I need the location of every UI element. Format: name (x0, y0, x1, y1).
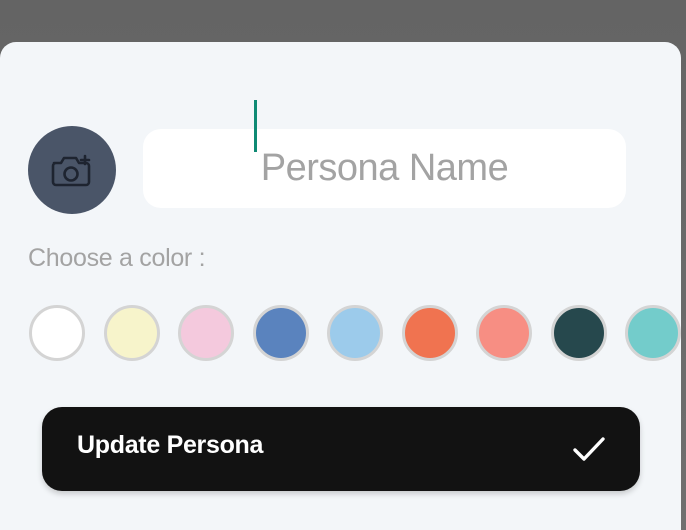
color-swatch[interactable] (252, 305, 309, 361)
avatar-upload-button[interactable] (28, 126, 116, 214)
color-swatch[interactable] (178, 305, 234, 361)
color-swatch[interactable] (550, 305, 607, 361)
persona-name-input[interactable] (143, 129, 626, 208)
color-swatch[interactable] (401, 305, 458, 361)
persona-name-field[interactable] (143, 129, 626, 208)
update-persona-button[interactable]: Update Persona (42, 407, 640, 491)
text-caret (254, 100, 257, 152)
color-swatch[interactable] (29, 305, 85, 361)
persona-editor-sheet: Choose a color : Update Persona (0, 42, 681, 530)
color-swatch[interactable] (327, 305, 383, 361)
camera-add-icon (51, 154, 91, 187)
update-persona-label: Update Persona (77, 431, 264, 459)
checkmark-icon (573, 437, 605, 461)
color-swatch[interactable] (103, 305, 160, 361)
color-picker-label: Choose a color : (28, 244, 206, 272)
color-swatch[interactable] (625, 305, 681, 361)
color-swatch[interactable] (476, 305, 532, 361)
